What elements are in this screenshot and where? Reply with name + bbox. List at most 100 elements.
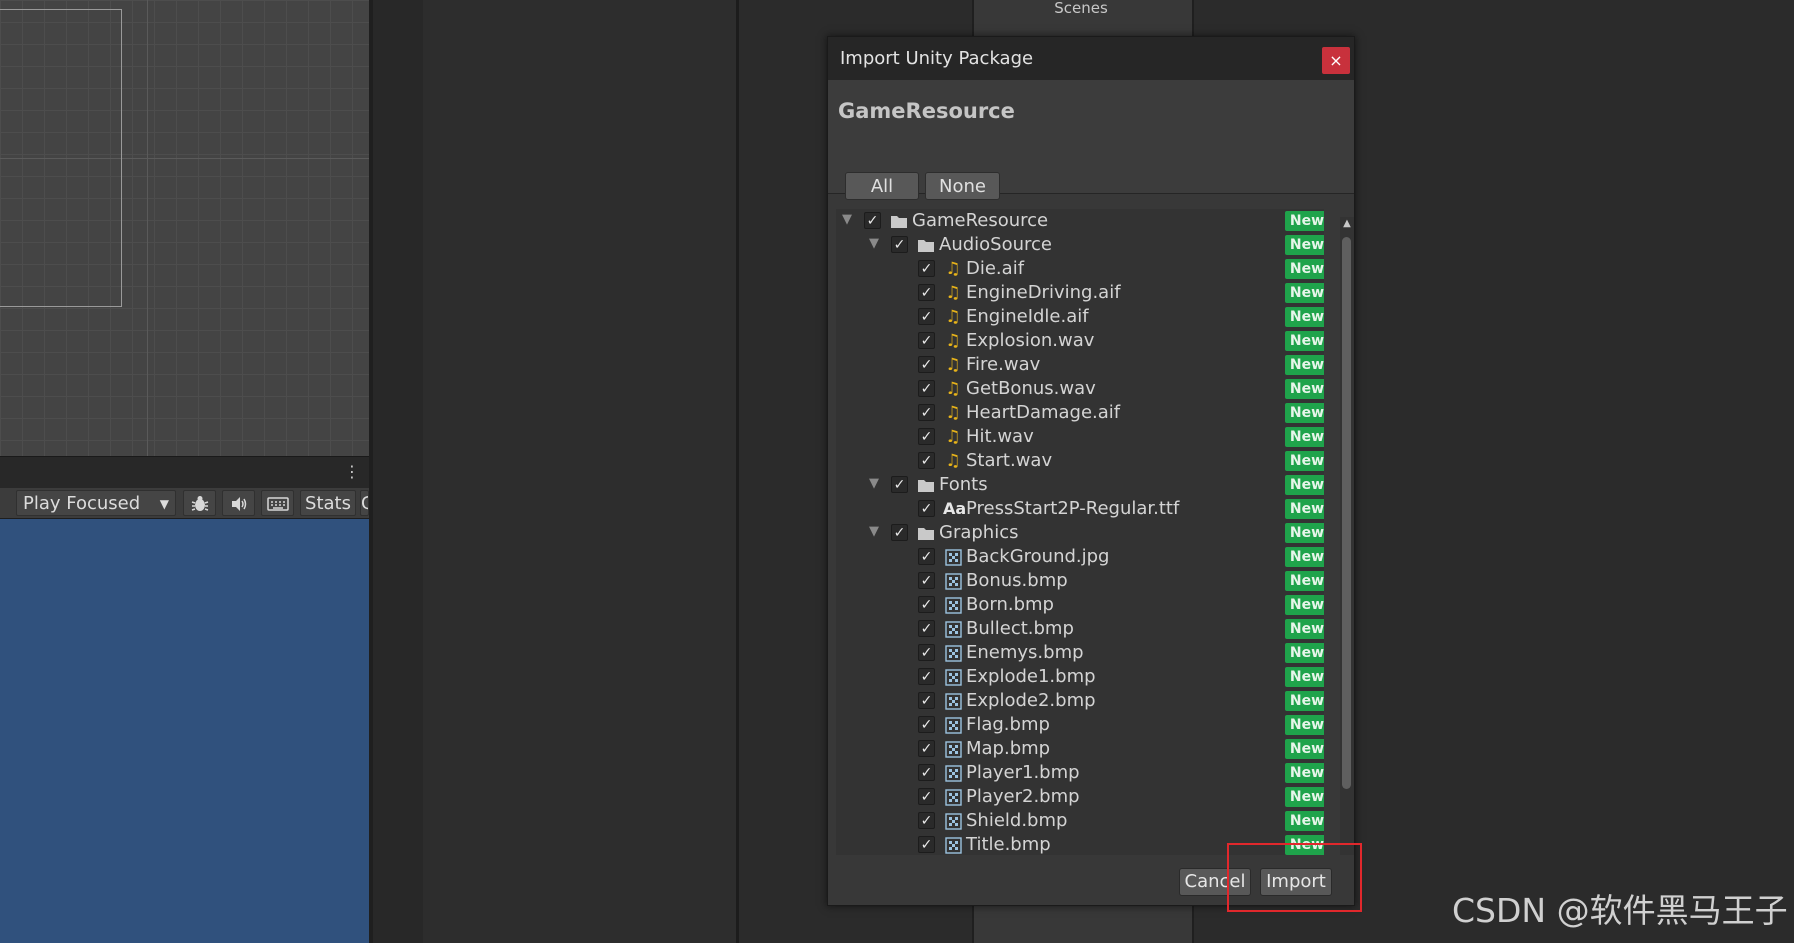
scrollbar-thumb[interactable] [1342, 237, 1351, 789]
include-checkbox[interactable]: ✓ [918, 500, 935, 517]
image-file-icon [943, 715, 963, 735]
new-badge: New [1285, 427, 1324, 447]
tree-file-row[interactable]: ✓ Map.bmp New [836, 737, 1324, 761]
expand-arrow-icon[interactable]: ▼ [869, 525, 883, 539]
tree-item-label: Enemys.bmp [966, 642, 1084, 663]
scroll-up-arrow-icon[interactable]: ▲ [1340, 217, 1354, 231]
tree-file-row[interactable]: ✓ ♫ Die.aif New [836, 257, 1324, 281]
include-checkbox[interactable]: ✓ [918, 788, 935, 805]
package-name: GameResource [838, 99, 1015, 123]
tree-folder-row[interactable]: ▼ ✓ Graphics New [836, 521, 1324, 545]
debug-bug-icon[interactable] [183, 490, 216, 516]
stats-button[interactable]: Stats [300, 490, 356, 516]
new-badge: New [1285, 355, 1324, 375]
tree-file-row[interactable]: ✓ Enemys.bmp New [836, 641, 1324, 665]
new-badge: New [1285, 787, 1324, 807]
tree-item-label: GameResource [912, 210, 1049, 231]
include-checkbox[interactable]: ✓ [918, 428, 935, 445]
tree-file-row[interactable]: ✓ ♫ Explosion.wav New [836, 329, 1324, 353]
include-checkbox[interactable]: ✓ [918, 812, 935, 829]
audio-file-icon: ♫ [945, 331, 961, 351]
tree-folder-row[interactable]: ▼ ✓ Fonts New [836, 473, 1324, 497]
new-badge: New [1285, 595, 1324, 615]
include-checkbox[interactable]: ✓ [918, 572, 935, 589]
side-panel [373, 0, 423, 943]
include-checkbox[interactable]: ✓ [891, 236, 908, 253]
include-checkbox[interactable]: ✓ [918, 332, 935, 349]
select-all-button[interactable]: All [845, 172, 919, 200]
tree-file-row[interactable]: ✓ Explode2.bmp New [836, 689, 1324, 713]
tree-file-row[interactable]: ✓ ♫ Fire.wav New [836, 353, 1324, 377]
tree-file-row[interactable]: ✓ Aa PressStart2P-Regular.ttf New [836, 497, 1324, 521]
tree-file-row[interactable]: ✓ Explode1.bmp New [836, 665, 1324, 689]
include-checkbox[interactable]: ✓ [918, 404, 935, 421]
audio-file-icon: ♫ [945, 307, 961, 327]
tree-folder-row[interactable]: ▼ ✓ GameResource New [836, 209, 1324, 233]
tree-file-row[interactable]: ✓ ♫ EngineDriving.aif New [836, 281, 1324, 305]
new-badge: New [1285, 259, 1324, 279]
include-checkbox[interactable]: ✓ [918, 764, 935, 781]
new-badge: New [1285, 307, 1324, 327]
close-icon[interactable]: × [1322, 47, 1350, 74]
include-checkbox[interactable]: ✓ [918, 308, 935, 325]
tree-file-row[interactable]: ✓ Shield.bmp New [836, 809, 1324, 833]
hierarchy-panel [423, 0, 736, 943]
include-checkbox[interactable]: ✓ [918, 260, 935, 277]
tree-file-row[interactable]: ✓ ♫ GetBonus.wav New [836, 377, 1324, 401]
tree-file-row[interactable]: ✓ Born.bmp New [836, 593, 1324, 617]
new-badge: New [1285, 499, 1324, 519]
audio-file-icon: ♫ [945, 451, 961, 471]
include-checkbox[interactable]: ✓ [918, 380, 935, 397]
include-checkbox[interactable]: ✓ [891, 476, 908, 493]
game-view[interactable] [0, 519, 369, 943]
expand-arrow-icon[interactable]: ▼ [869, 237, 883, 251]
tree-item-label: Graphics [939, 522, 1019, 543]
include-checkbox[interactable]: ✓ [918, 836, 935, 853]
folder-icon [916, 475, 936, 495]
expand-arrow-icon[interactable]: ▼ [842, 213, 856, 227]
include-checkbox[interactable]: ✓ [891, 524, 908, 541]
include-checkbox[interactable]: ✓ [918, 740, 935, 757]
tree-item-label: Die.aif [966, 258, 1025, 279]
include-checkbox[interactable]: ✓ [918, 644, 935, 661]
include-checkbox[interactable]: ✓ [918, 716, 935, 733]
include-checkbox[interactable]: ✓ [918, 356, 935, 373]
select-none-button[interactable]: None [925, 172, 1000, 200]
include-checkbox[interactable]: ✓ [918, 692, 935, 709]
scenes-label[interactable]: Scenes [972, 0, 1190, 16]
gizmos-button[interactable]: G [360, 490, 369, 516]
image-file-icon [943, 619, 963, 639]
audio-file-icon: ♫ [945, 259, 961, 279]
tree-file-row[interactable]: ✓ ♫ Hit.wav New [836, 425, 1324, 449]
tree-item-label: Fire.wav [966, 354, 1041, 375]
tree-file-row[interactable]: ✓ ♫ HeartDamage.aif New [836, 401, 1324, 425]
keyboard-icon[interactable] [261, 490, 294, 516]
tree-file-row[interactable]: ✓ ♫ EngineIdle.aif New [836, 305, 1324, 329]
tree-folder-row[interactable]: ▼ ✓ AudioSource New [836, 233, 1324, 257]
image-file-icon [943, 691, 963, 711]
audio-mute-icon[interactable] [222, 490, 255, 516]
tree-file-row[interactable]: ✓ BackGround.jpg New [836, 545, 1324, 569]
include-checkbox[interactable]: ✓ [918, 284, 935, 301]
tree-file-row[interactable]: ✓ ♫ Start.wav New [836, 449, 1324, 473]
include-checkbox[interactable]: ✓ [864, 212, 881, 229]
highlight-annotation-box [1227, 843, 1362, 912]
tree-file-row[interactable]: ✓ Flag.bmp New [836, 713, 1324, 737]
new-badge: New [1285, 403, 1324, 423]
include-checkbox[interactable]: ✓ [918, 620, 935, 637]
include-checkbox[interactable]: ✓ [918, 548, 935, 565]
tree-file-row[interactable]: ✓ Player1.bmp New [836, 761, 1324, 785]
tree-item-label: Explode1.bmp [966, 666, 1096, 687]
include-checkbox[interactable]: ✓ [918, 668, 935, 685]
camera-frame-outline [0, 9, 122, 307]
tree-file-row[interactable]: ✓ Player2.bmp New [836, 785, 1324, 809]
dialog-title-bar[interactable]: Import Unity Package × [828, 37, 1354, 80]
expand-arrow-icon[interactable]: ▼ [869, 477, 883, 491]
tree-item-label: Shield.bmp [966, 810, 1068, 831]
play-mode-dropdown[interactable]: Play Focused ▼ [16, 490, 176, 516]
tree-file-row[interactable]: ✓ Bonus.bmp New [836, 569, 1324, 593]
tree-file-row[interactable]: ✓ Bullect.bmp New [836, 617, 1324, 641]
include-checkbox[interactable]: ✓ [918, 452, 935, 469]
more-options-icon[interactable]: ⋮ [344, 462, 360, 482]
include-checkbox[interactable]: ✓ [918, 596, 935, 613]
